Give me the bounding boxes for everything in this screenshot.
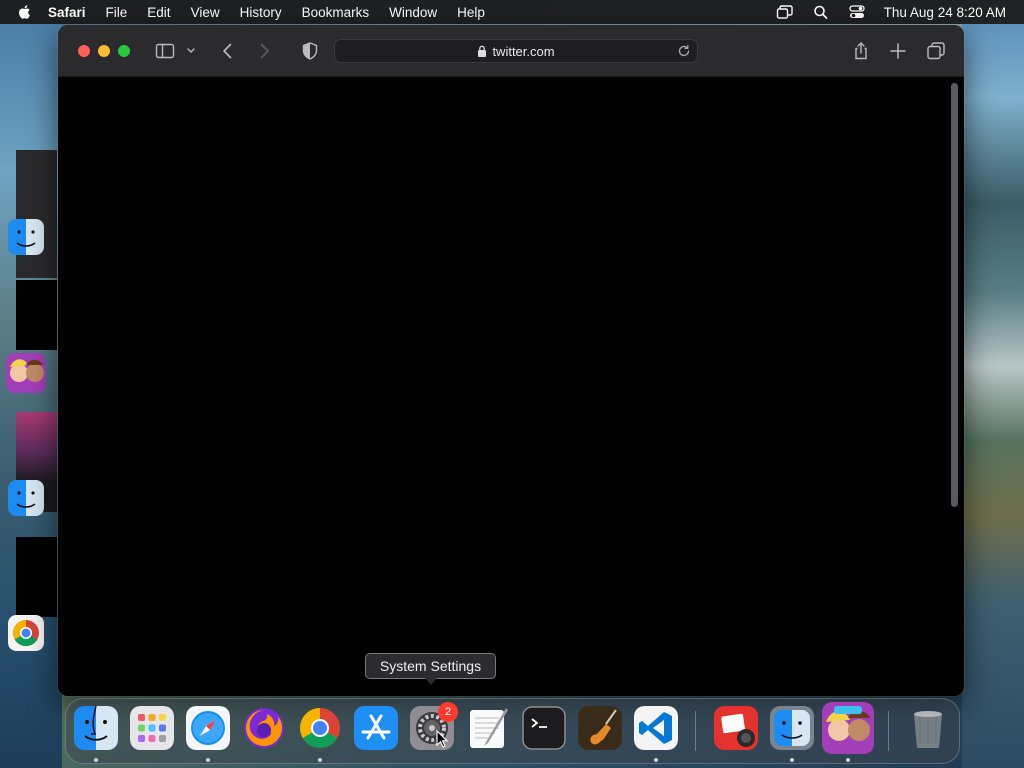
background-window-sliver[interactable] bbox=[16, 537, 57, 617]
textedit-icon[interactable] bbox=[466, 706, 510, 750]
menu-bar: Safari File Edit View History Bookmarks … bbox=[0, 0, 1024, 24]
dock-separator bbox=[888, 711, 889, 751]
sidebar-toggle-icon[interactable] bbox=[155, 41, 175, 61]
chrome-icon[interactable] bbox=[8, 615, 44, 651]
dock bbox=[65, 698, 960, 764]
chrome-icon[interactable] bbox=[298, 706, 342, 750]
desktop-wallpaper-left bbox=[0, 24, 62, 768]
new-tab-icon[interactable] bbox=[888, 41, 908, 61]
desktop-wallpaper-right bbox=[962, 24, 1024, 768]
running-indicator bbox=[654, 758, 658, 762]
minimize-button[interactable] bbox=[98, 45, 110, 57]
menu-history[interactable]: History bbox=[240, 5, 282, 20]
background-window-sliver[interactable] bbox=[16, 280, 57, 350]
game-icon[interactable] bbox=[822, 702, 874, 754]
menu-bookmarks[interactable]: Bookmarks bbox=[302, 5, 370, 20]
notification-badge: 2 bbox=[438, 702, 458, 722]
firefox-icon[interactable] bbox=[242, 706, 286, 750]
dock-separator bbox=[695, 711, 696, 751]
app-store-icon[interactable] bbox=[354, 706, 398, 750]
address-url: twitter.com bbox=[492, 43, 555, 59]
mouse-pointer-icon bbox=[436, 730, 448, 748]
safari-toolbar: twitter.com bbox=[58, 25, 964, 77]
photo-booth-icon[interactable] bbox=[714, 706, 758, 750]
game-icon[interactable] bbox=[6, 353, 46, 393]
garageband-icon[interactable] bbox=[578, 706, 622, 750]
finder-icon[interactable] bbox=[770, 706, 814, 750]
dock-tooltip: System Settings bbox=[365, 653, 496, 685]
tab-overview-icon[interactable] bbox=[926, 41, 946, 61]
control-center-icon[interactable] bbox=[848, 4, 866, 20]
running-indicator bbox=[318, 758, 322, 762]
menu-file[interactable]: File bbox=[106, 5, 128, 20]
menu-window[interactable]: Window bbox=[389, 5, 437, 20]
scrollbar-thumb[interactable] bbox=[951, 83, 958, 507]
running-indicator bbox=[846, 758, 850, 762]
chevron-down-icon[interactable] bbox=[185, 41, 197, 61]
background-window-sliver[interactable] bbox=[16, 150, 57, 278]
zoom-button[interactable] bbox=[118, 45, 130, 57]
spotlight-search-icon[interactable] bbox=[812, 4, 830, 20]
menu-help[interactable]: Help bbox=[457, 5, 485, 20]
trash-icon[interactable] bbox=[906, 706, 950, 750]
dock-tooltip-label: System Settings bbox=[379, 658, 482, 674]
lock-icon bbox=[478, 45, 487, 57]
reload-icon[interactable] bbox=[677, 44, 691, 58]
menu-view[interactable]: View bbox=[191, 5, 220, 20]
apple-icon[interactable] bbox=[16, 3, 34, 21]
share-icon[interactable] bbox=[851, 41, 871, 61]
close-button[interactable] bbox=[78, 45, 90, 57]
finder-icon[interactable] bbox=[8, 480, 44, 516]
terminal-icon[interactable] bbox=[522, 706, 566, 750]
back-icon[interactable] bbox=[218, 41, 238, 61]
menu-bar-status-area: Thu Aug 24 8:20 AM bbox=[758, 0, 1006, 24]
address-bar[interactable]: twitter.com bbox=[334, 39, 698, 63]
safari-icon[interactable] bbox=[186, 706, 230, 750]
launchpad-icon[interactable] bbox=[130, 706, 174, 750]
menu-app-name[interactable]: Safari bbox=[48, 5, 86, 20]
vscode-icon[interactable] bbox=[634, 706, 678, 750]
menu-bar-clock[interactable]: Thu Aug 24 8:20 AM bbox=[884, 5, 1006, 20]
safari-window: twitter.com bbox=[58, 25, 964, 696]
running-indicator bbox=[790, 758, 794, 762]
finder-icon[interactable] bbox=[74, 706, 118, 750]
web-content-area[interactable] bbox=[58, 77, 964, 696]
running-indicator bbox=[206, 758, 210, 762]
forward-icon[interactable] bbox=[254, 41, 274, 61]
privacy-shield-icon[interactable] bbox=[300, 41, 320, 61]
finder-icon[interactable] bbox=[8, 219, 44, 255]
running-indicator bbox=[94, 758, 98, 762]
screen-mirroring-icon[interactable] bbox=[776, 4, 794, 20]
tooltip-arrow bbox=[425, 678, 437, 685]
menu-edit[interactable]: Edit bbox=[147, 5, 170, 20]
